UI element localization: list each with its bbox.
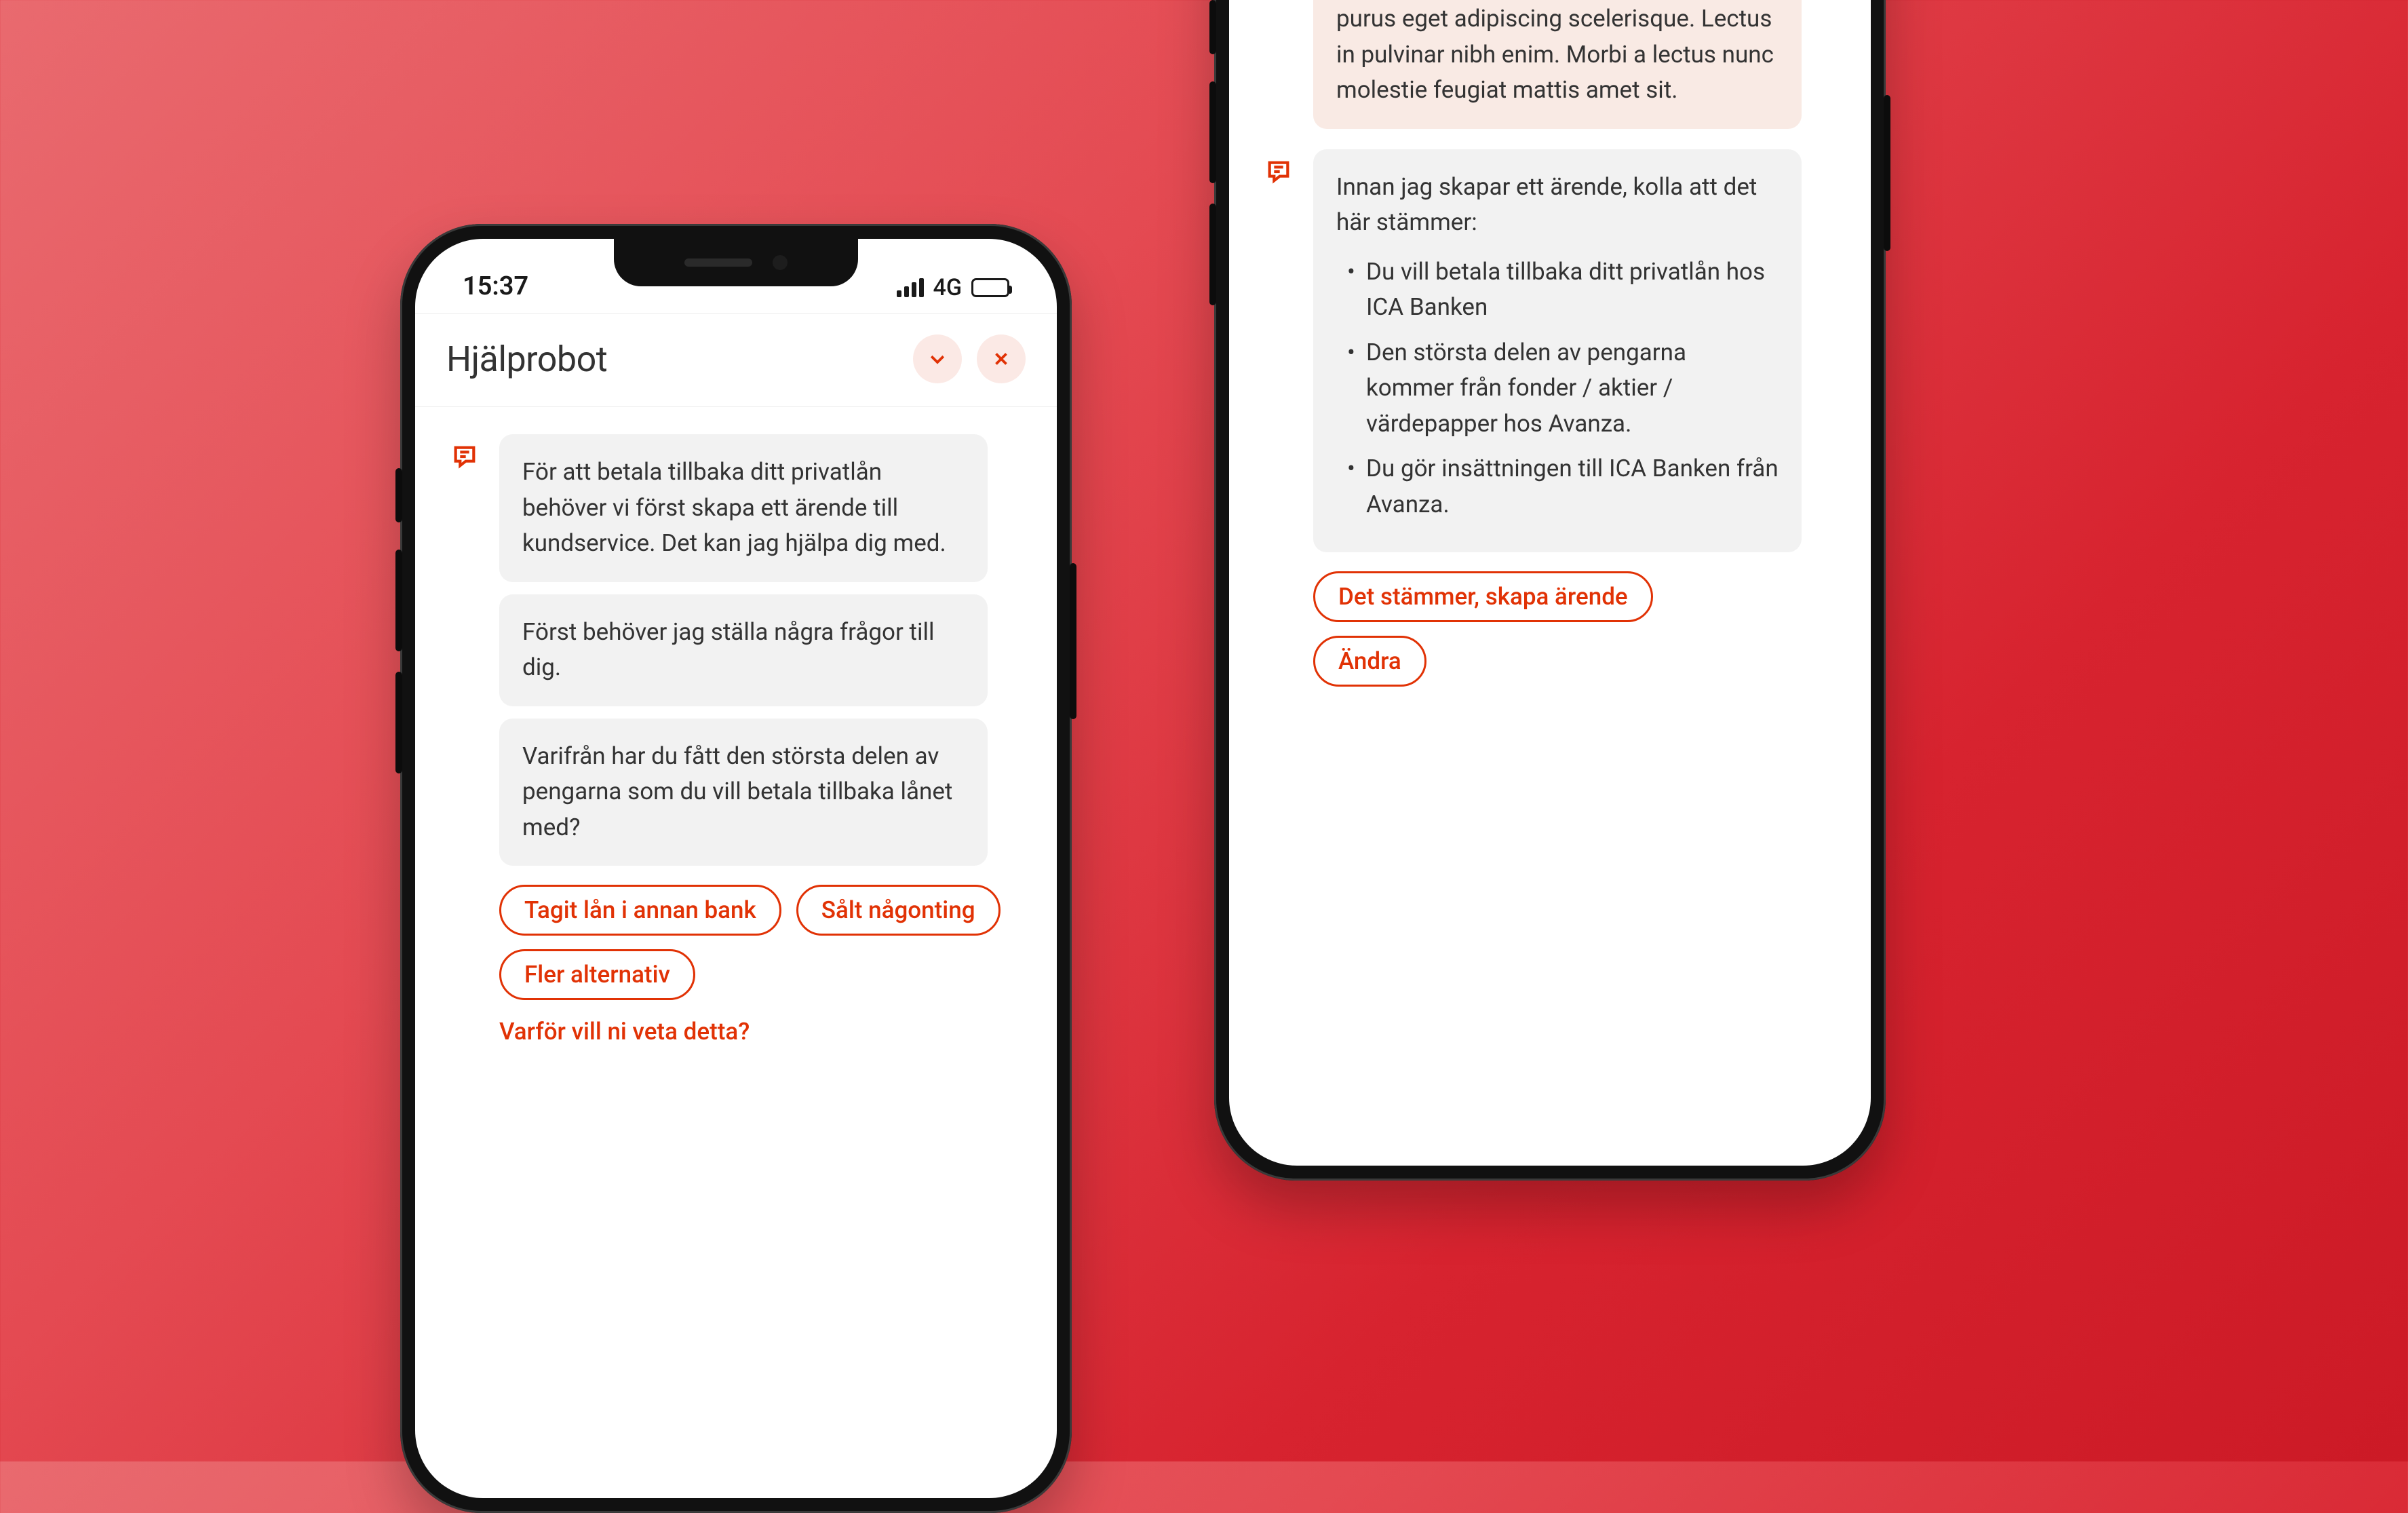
phone-side-button [1209, 0, 1216, 54]
bot-message: För att betala tillbaka ditt privatlån b… [499, 434, 988, 582]
signal-icon [897, 278, 924, 297]
change-button[interactable]: Ändra [1313, 636, 1426, 687]
bot-avatar [1260, 153, 1297, 190]
chevron-down-icon [927, 349, 948, 369]
confirm-button[interactable]: Det stämmer, skapa ärende [1313, 571, 1653, 622]
phone-mockup-left: 15:37 4G Hjälprobot [400, 224, 1072, 1513]
close-button[interactable] [977, 334, 1026, 383]
chat-body[interactable]: För att betala tillbaka ditt privatlån b… [415, 407, 1057, 1046]
status-time: 15:37 [463, 271, 528, 301]
header-actions [913, 334, 1026, 383]
status-indicators: 4G [897, 274, 1009, 301]
chat-body[interactable]: purus eget adipiscing scelerisque. Lectu… [1229, 0, 1871, 687]
bot-avatar [446, 438, 483, 475]
phone-side-button [395, 550, 402, 651]
bot-message: Först behöver jag ställa några frågor ti… [499, 594, 988, 706]
user-message-group: purus eget adipiscing scelerisque. Lectu… [1260, 0, 1840, 129]
chat-header: Hjälprobot [415, 313, 1057, 407]
phone-side-button [395, 672, 402, 773]
phone-side-button [1070, 563, 1076, 719]
phone-mockup-right: purus eget adipiscing scelerisque. Lectu… [1214, 0, 1886, 1181]
user-message: purus eget adipiscing scelerisque. Lectu… [1313, 0, 1802, 129]
phone-side-button [395, 468, 402, 522]
phone-notch [614, 239, 858, 286]
close-icon [991, 349, 1011, 369]
chat-bubble-icon [1265, 158, 1292, 185]
bot-confirmation-message: Innan jag skapar ett ärende, kolla att d… [1313, 149, 1802, 553]
confirmation-item: Den största delen av pengarna kommer frå… [1343, 335, 1779, 442]
phone-side-button [1884, 95, 1890, 251]
quick-reply-option[interactable]: Fler alternativ [499, 949, 695, 1000]
phone-side-button [1209, 81, 1216, 183]
network-label: 4G [933, 274, 962, 301]
why-link[interactable]: Varför vill ni veta detta? [499, 1018, 750, 1046]
quick-reply-option[interactable]: Tagit lån i annan bank [499, 885, 781, 936]
bot-message-group: Innan jag skapar ett ärende, kolla att d… [1260, 149, 1840, 553]
quick-reply-option[interactable]: Sålt någonting [796, 885, 1001, 936]
chat-title: Hjälprobot [446, 339, 607, 380]
quick-reply-group: Det stämmer, skapa ärende Ändra [1313, 571, 1840, 687]
battery-icon [971, 278, 1009, 297]
bot-message-group: För att betala tillbaka ditt privatlån b… [446, 434, 1026, 866]
phone-side-button [1209, 204, 1216, 305]
confirmation-list: Du vill betala tillbaka ditt privatlån h… [1336, 254, 1779, 523]
chat-bubble-icon [451, 443, 478, 470]
bot-message: Varifrån har du fått den största delen a… [499, 719, 988, 866]
minimize-button[interactable] [913, 334, 962, 383]
confirmation-intro: Innan jag skapar ett ärende, kolla att d… [1336, 173, 1757, 237]
phone-screen: 15:37 4G Hjälprobot [415, 239, 1057, 1498]
confirmation-item: Du gör insättningen till ICA Banken från… [1343, 451, 1779, 522]
confirmation-item: Du vill betala tillbaka ditt privatlån h… [1343, 254, 1779, 326]
phone-screen: purus eget adipiscing scelerisque. Lectu… [1229, 0, 1871, 1166]
quick-reply-group: Tagit lån i annan bank Sålt någonting Fl… [499, 885, 1026, 1000]
